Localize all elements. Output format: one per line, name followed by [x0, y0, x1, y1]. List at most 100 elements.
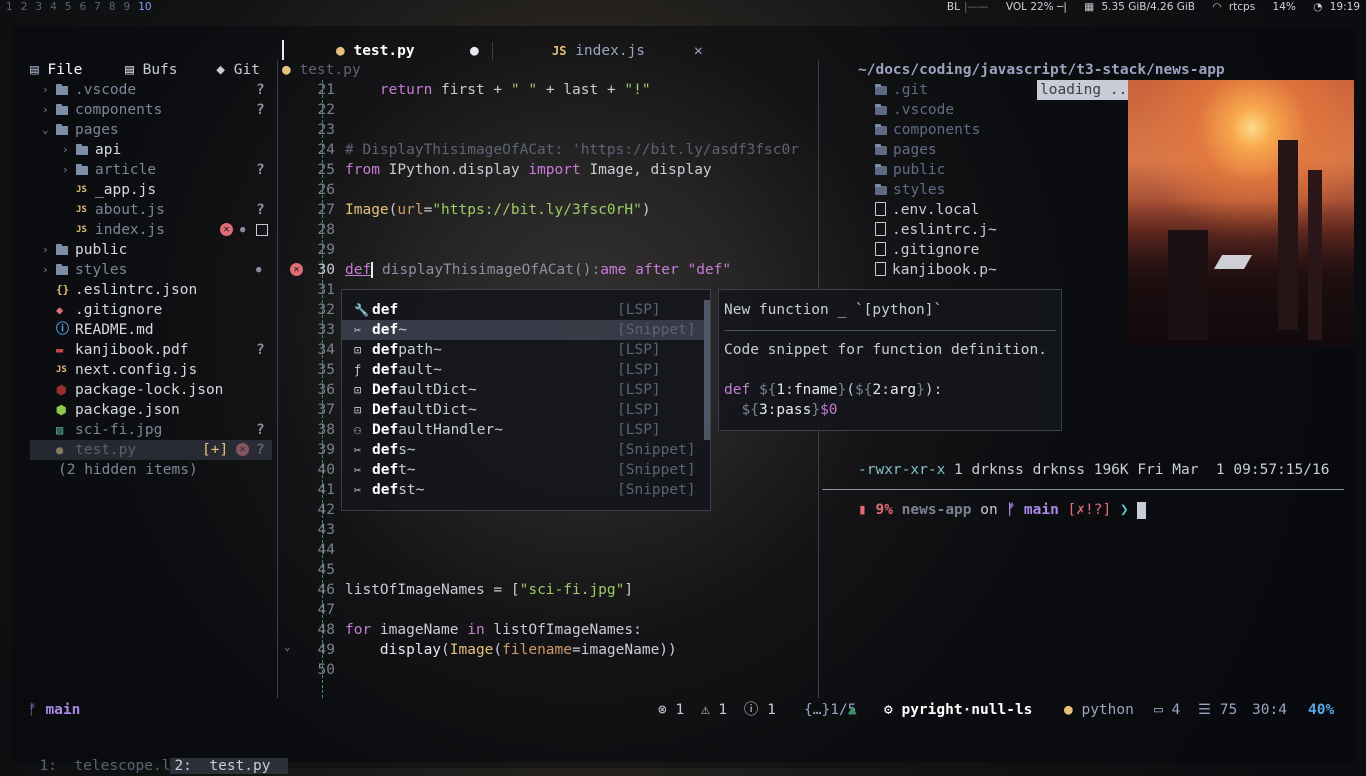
completion-rest: ault~ — [398, 362, 442, 378]
directory-entry[interactable]: public — [875, 160, 945, 180]
completion-scrollbar[interactable] — [704, 300, 710, 440]
tree-item[interactable]: › article? — [30, 160, 275, 180]
completion-item[interactable]: ƒ default~ [LSP] — [342, 360, 706, 380]
filetype-segment: ● python — [1064, 700, 1134, 720]
chevron-right-icon[interactable]: › — [62, 160, 69, 180]
git-tab[interactable]: ◆ Git — [216, 62, 260, 78]
directory-entry[interactable]: .vscode — [875, 100, 954, 120]
tree-item[interactable]: JS about.js? — [30, 200, 275, 220]
workspace-1[interactable]: 1 — [6, 1, 13, 13]
prompt-battery: 9% — [875, 502, 893, 518]
tree-item[interactable]: ⬢ package-lock.json — [30, 380, 275, 400]
completion-item[interactable]: ⊡ DefaultDict~ [LSP] — [342, 400, 706, 420]
checkbox-icon[interactable] — [256, 224, 268, 236]
breadcrumb: ● test.py — [282, 60, 361, 80]
chevron-right-icon[interactable]: › — [42, 80, 49, 100]
line-number: 22 — [317, 102, 335, 118]
completion-item[interactable]: ✂ def~ [Snippet] — [342, 320, 706, 340]
directory-entry[interactable]: pages — [875, 140, 937, 160]
tree-item[interactable]: ▨ sci-fi.jpg? — [30, 420, 275, 440]
tree-item[interactable]: ⓘ README.md — [30, 320, 275, 340]
git-branch-segment[interactable]: ᚠ main — [28, 700, 80, 720]
window-2[interactable]: 2: test.py — [170, 758, 289, 774]
git-status-badge: ? — [256, 102, 265, 118]
workspace-9[interactable]: 9 — [124, 1, 131, 13]
code-line[interactable]: # DisplayThisimageOfACat: 'https://bit.l… — [345, 140, 799, 160]
workspace-7[interactable]: 7 — [94, 1, 101, 13]
error-sign-icon[interactable]: ✕ — [290, 263, 303, 276]
directory-entry[interactable]: styles — [875, 180, 945, 200]
warning-count: 1 — [718, 702, 728, 718]
image-loading-label: loading ... — [1037, 80, 1140, 100]
code-line[interactable]: return first + " " + last + "!" — [345, 80, 651, 100]
completion-item[interactable]: ✂ defs~ [Snippet] — [342, 440, 706, 460]
directory-entry[interactable]: components — [875, 120, 980, 140]
code-line[interactable]: listOfImageNames = ["sci-fi.jpg"] — [345, 580, 633, 600]
tree-item[interactable]: › styles ● — [30, 260, 275, 280]
workspace-2[interactable]: 2 — [21, 1, 28, 13]
workspace-6[interactable]: 6 — [79, 1, 86, 13]
tab-index-js[interactable]: JS index.js — [552, 40, 645, 62]
tree-item-label: package-lock.json — [75, 382, 224, 398]
line-number: 21 — [317, 82, 335, 98]
folder-icon — [76, 160, 88, 180]
code-line[interactable]: from IPython.display import Image, displ… — [345, 160, 712, 180]
directory-entry[interactable]: .git — [875, 80, 928, 100]
fold-chevron-icon[interactable]: ⌄ — [284, 640, 291, 653]
workspace-3[interactable]: 3 — [35, 1, 42, 13]
code-line[interactable]: Image(url="https://bit.ly/3fsc0rH") — [345, 200, 651, 220]
current-directory: ~/docs/coding/javascript/t3-stack/news-a… — [858, 62, 1225, 78]
completion-item[interactable]: ⊡ DefaultDict~ [LSP] — [342, 380, 706, 400]
workspace-10[interactable]: 10 — [138, 1, 151, 13]
chevron-right-icon[interactable]: › — [62, 140, 69, 160]
shell-prompt[interactable]: ▮ 9% news-app on ᚠ main [✗!?] ❯ — [858, 500, 1147, 520]
chevron-down-icon[interactable]: ⌄ — [42, 120, 49, 140]
file-tab[interactable]: ▤ File — [30, 62, 91, 78]
tree-item[interactable]: JS next.config.js — [30, 360, 275, 380]
tree-item[interactable]: › api — [30, 140, 275, 160]
network-name[interactable]: rtcps — [1229, 1, 1255, 13]
tree-item[interactable]: ⌄ pages — [30, 120, 275, 140]
tree-item[interactable]: › public — [30, 240, 275, 260]
directory-entry[interactable]: .eslintrc.j~ — [875, 220, 997, 240]
workspace-8[interactable]: 8 — [109, 1, 116, 13]
tree-item[interactable]: ▬ kanjibook.pdf? — [30, 340, 275, 360]
error-count-icon: ⊗ — [658, 702, 667, 718]
code-line[interactable]: display(Image(filename=imageName)) — [345, 640, 677, 660]
line-number: 41 — [317, 482, 335, 498]
buffers-tab[interactable]: ▤ Bufs — [125, 62, 186, 78]
window-1[interactable]: 1: telescope.l — [39, 758, 170, 774]
completion-item[interactable]: ✂ deft~ [Snippet] — [342, 460, 706, 480]
tree-item[interactable]: › .vscode? — [30, 80, 275, 100]
folder-icon — [56, 100, 68, 120]
tree-item[interactable]: ⬢ package.json — [30, 400, 275, 420]
completion-menu[interactable]: 🔧 def [LSP] ✂ def~ [Snippet] ⊡ defpath~ [LSP] ƒ de… — [341, 289, 711, 511]
tab-close-button[interactable]: ✕ — [694, 40, 703, 62]
workspace-5[interactable]: 5 — [65, 1, 72, 13]
tab-test-py[interactable]: ● test.py — [336, 40, 415, 62]
tree-item[interactable]: ◆ .gitignore — [30, 300, 275, 320]
directory-entry[interactable]: .env.local — [875, 200, 979, 220]
directory-entry[interactable]: kanjibook.p~ — [875, 260, 997, 280]
diagnostics-segment[interactable]: ⊗ 1 ⚠ 1 ⓘ 1 — [658, 700, 776, 720]
directory-entry[interactable]: .gitignore — [875, 240, 979, 260]
code-line[interactable]: def displayThisimageOfACat():ame after "… — [345, 260, 731, 280]
workspace-4[interactable]: 4 — [50, 1, 57, 13]
completion-item[interactable]: ✂ defst~ [Snippet] — [342, 480, 706, 500]
chevron-right-icon[interactable]: › — [42, 100, 49, 120]
chevron-right-icon[interactable]: › — [42, 260, 49, 280]
workspace-switcher[interactable]: 1 2 3 4 5 6 7 8 9 10 — [6, 1, 160, 13]
line-number: 35 — [317, 362, 335, 378]
javascript-icon: JS — [76, 185, 87, 195]
code-line[interactable]: for imageName in listOfImageNames: — [345, 620, 642, 640]
volume-indicator[interactable]: VOL 22% ─| — [1006, 1, 1067, 13]
tree-item[interactable]: JS _app.js — [30, 180, 275, 200]
completion-item[interactable]: 🔧 def [LSP] — [342, 300, 706, 320]
tree-item[interactable]: JS index.js ✕ ● — [30, 220, 275, 240]
chevron-right-icon[interactable]: › — [42, 240, 49, 260]
tree-item[interactable]: {} .eslintrc.json — [30, 280, 275, 300]
lsp-segment[interactable]: ⚙ pyright·null-ls — [884, 700, 1032, 720]
tree-item[interactable]: › components? — [30, 100, 275, 120]
completion-item[interactable]: ⚇ DefaultHandler~ [LSP] — [342, 420, 706, 440]
completion-item[interactable]: ⊡ defpath~ [LSP] — [342, 340, 706, 360]
